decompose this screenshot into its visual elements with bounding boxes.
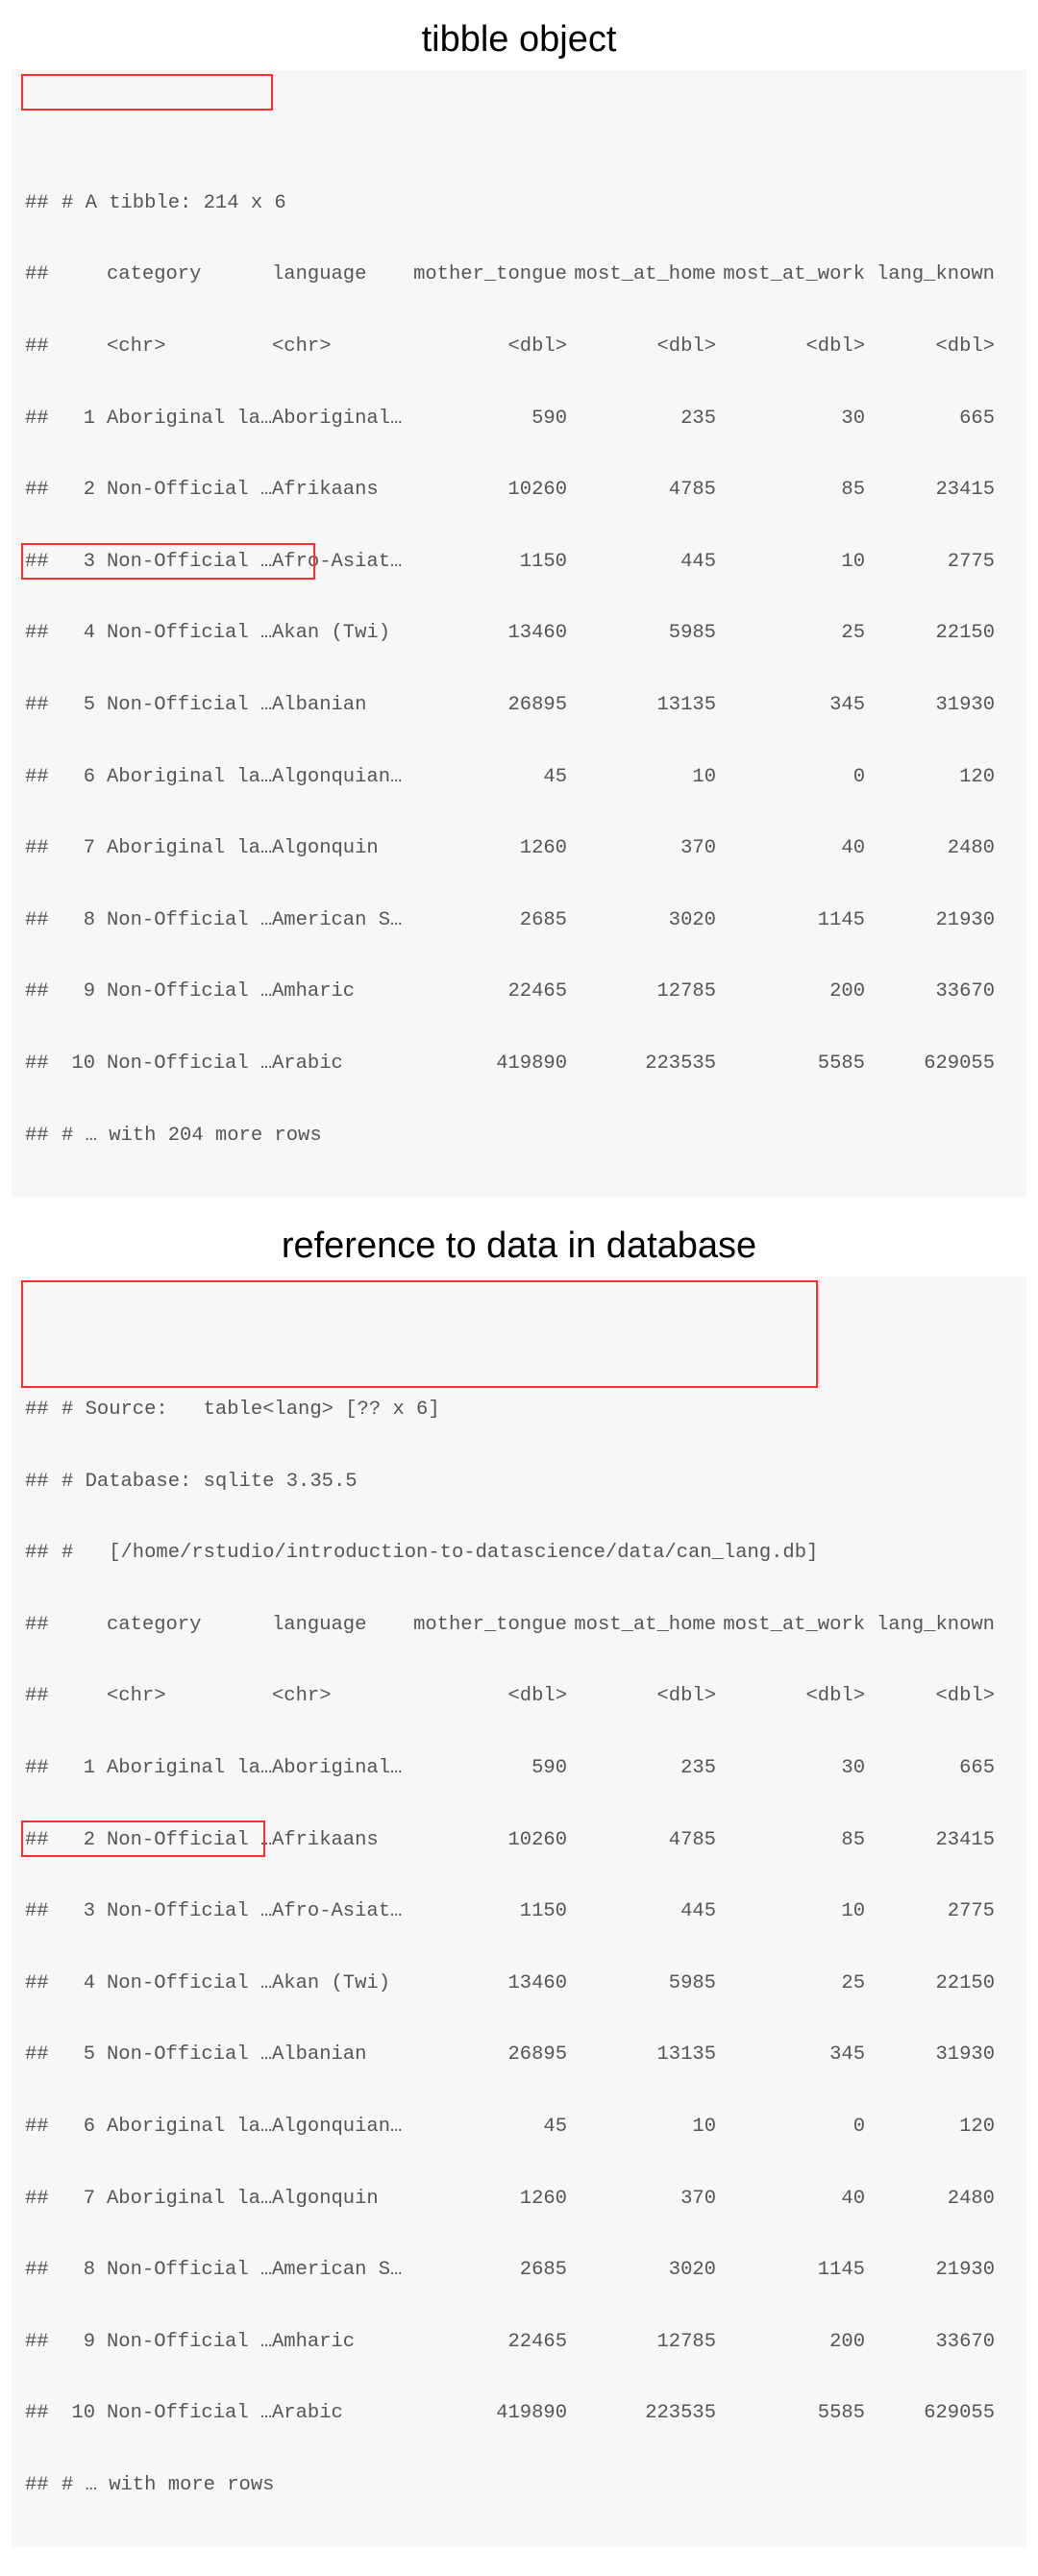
- table-row: ##4 Non-Official …Akan (Twi)134605985252…: [25, 615, 1013, 651]
- table-row: ##5 Non-Official …Albanian26895131353453…: [25, 2037, 1013, 2072]
- table-row: ##5 Non-Official …Albanian26895131353453…: [25, 687, 1013, 723]
- table-row: ##9 Non-Official …Amharic224651278520033…: [25, 2324, 1013, 2360]
- db-path-line: ### [/home/rstudio/introduction-to-datas…: [25, 1535, 1013, 1571]
- db-source-line: ### Source: table<lang> [?? x 6]: [25, 1392, 1013, 1427]
- column-names-row: ## categorylanguagemother_tonguemost_at_…: [25, 1607, 1013, 1643]
- table-row: ##9 Non-Official …Amharic224651278520033…: [25, 974, 1013, 1009]
- table-row: ##7 Aboriginal la…Algonquin1260370402480: [25, 2181, 1013, 2217]
- table-row: ##7 Aboriginal la…Algonquin1260370402480: [25, 830, 1013, 866]
- table-row: ##8 Non-Official …American S…26853020114…: [25, 2252, 1013, 2288]
- table-row: ##4 Non-Official …Akan (Twi)134605985252…: [25, 1966, 1013, 2001]
- table-row: ##3 Non-Official …Afro-Asiat…11504451027…: [25, 1894, 1013, 1929]
- db-footer-line: ### … with more rows: [25, 2467, 1013, 2503]
- db-database-line: ### Database: sqlite 3.35.5: [25, 1464, 1013, 1499]
- table-row: ##1 Aboriginal la…Aboriginal…59023530665: [25, 1750, 1013, 1786]
- table-row: ##3 Non-Official …Afro-Asiat…11504451027…: [25, 544, 1013, 580]
- table-row: ##8 Non-Official …American S…26853020114…: [25, 903, 1013, 938]
- column-types-row: ## <chr><chr><dbl><dbl><dbl><dbl>: [25, 1678, 1013, 1714]
- tibble-output: ### A tibble: 214 x 6 ## categorylanguag…: [12, 70, 1026, 1197]
- column-names-row: ## categorylanguagemother_tonguemost_at_…: [25, 257, 1013, 292]
- table-row: ##10 Non-Official …Arabic419890223535558…: [25, 1046, 1013, 1081]
- table-row: ##6 Aboriginal la…Algonquian…45100120: [25, 759, 1013, 795]
- column-types-row: ## <chr><chr><dbl><dbl><dbl><dbl>: [25, 329, 1013, 364]
- table-row: ##2 Non-Official …Afrikaans1026047858523…: [25, 1822, 1013, 1858]
- tibble-header-line: ### A tibble: 214 x 6: [25, 186, 1013, 221]
- table-row: ##6 Aboriginal la…Algonquian…45100120: [25, 2109, 1013, 2144]
- tibble-footer-line: ### … with 204 more rows: [25, 1118, 1013, 1153]
- title-tibble: tibble object: [0, 19, 1038, 61]
- table-row: ##10 Non-Official …Arabic419890223535558…: [25, 2395, 1013, 2431]
- highlight-tibble-header-box: [21, 74, 273, 111]
- title-database: reference to data in database: [0, 1226, 1038, 1267]
- table-row: ##1 Aboriginal la…Aboriginal…59023530665: [25, 401, 1013, 436]
- table-row: ##2 Non-Official …Afrikaans1026047858523…: [25, 472, 1013, 508]
- database-output: ### Source: table<lang> [?? x 6] ### Dat…: [12, 1276, 1026, 2546]
- highlight-db-header-box: [21, 1280, 818, 1388]
